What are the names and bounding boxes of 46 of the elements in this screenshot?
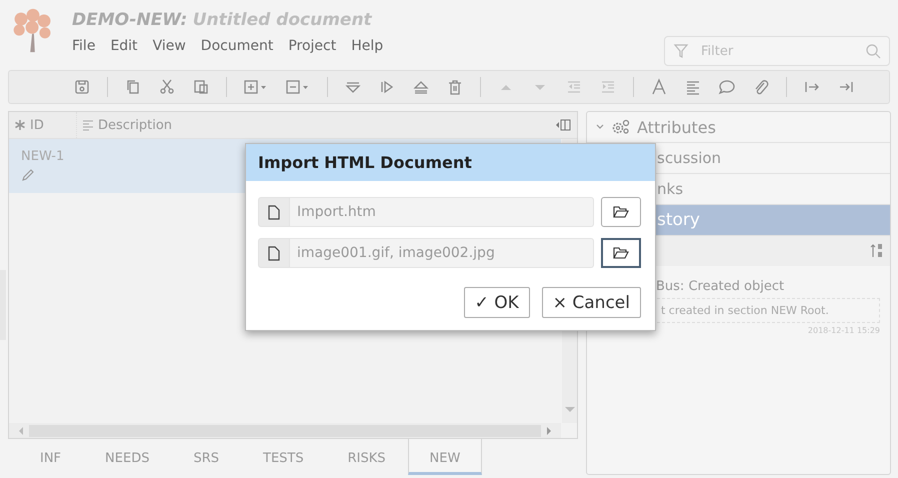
document-tab[interactable]: RISKS (326, 439, 408, 475)
gears-icon (611, 119, 631, 135)
filter-icon (673, 43, 689, 59)
document-tab[interactable]: INF (18, 439, 84, 475)
align-left-icon (82, 119, 94, 131)
folder-icon (613, 206, 629, 218)
search-icon (865, 43, 881, 59)
document-tab[interactable]: NEEDS (83, 439, 172, 475)
history-text: t created in section NEW Root. (661, 304, 829, 317)
ok-button[interactable]: ✓ OK (464, 287, 530, 318)
paste-icon[interactable] (192, 78, 210, 96)
document-tab[interactable]: TESTS (241, 439, 326, 475)
folder-icon (613, 247, 629, 259)
dialog-title: Import HTML Document (246, 144, 655, 181)
save-icon[interactable] (73, 78, 91, 96)
menu-item[interactable]: Project (288, 38, 336, 54)
sort-icon[interactable] (870, 243, 884, 259)
file-icon (268, 246, 280, 260)
file-path-field[interactable]: Import.htm (290, 197, 594, 227)
history-entry: Bus: Created object (655, 278, 786, 294)
remove-icon[interactable] (285, 78, 311, 96)
asterisk-icon (14, 119, 26, 131)
file-path-field[interactable]: image001.gif, image002.jpg (290, 238, 594, 268)
menu-item[interactable]: Edit (110, 38, 138, 54)
font-icon[interactable] (650, 78, 668, 96)
browse-button[interactable] (601, 238, 641, 268)
menu-item[interactable]: Help (351, 38, 384, 54)
menu-item[interactable]: View (152, 38, 186, 54)
horizontal-scrollbar[interactable] (9, 423, 561, 438)
panel-toggle-icon[interactable] (555, 119, 571, 131)
cancel-button[interactable]: × Cancel (542, 287, 641, 318)
menu-item[interactable]: Document (200, 38, 274, 54)
column-header[interactable]: ID (9, 112, 77, 138)
cut-icon[interactable] (158, 78, 176, 96)
document-tab[interactable]: NEW (408, 439, 482, 475)
column-header[interactable]: Description (77, 112, 555, 138)
pencil-icon[interactable] (21, 168, 35, 182)
table-cell-text: NEW-1 (21, 149, 66, 164)
file-icon (268, 204, 280, 220)
trash-icon[interactable] (446, 78, 464, 96)
add-icon[interactable] (243, 78, 269, 96)
menu-item[interactable]: File (72, 38, 96, 54)
browse-button[interactable] (601, 197, 641, 227)
document-tab[interactable]: SRS (171, 439, 242, 475)
comment-icon[interactable] (718, 78, 736, 96)
filter-field[interactable]: Filter (664, 36, 890, 66)
